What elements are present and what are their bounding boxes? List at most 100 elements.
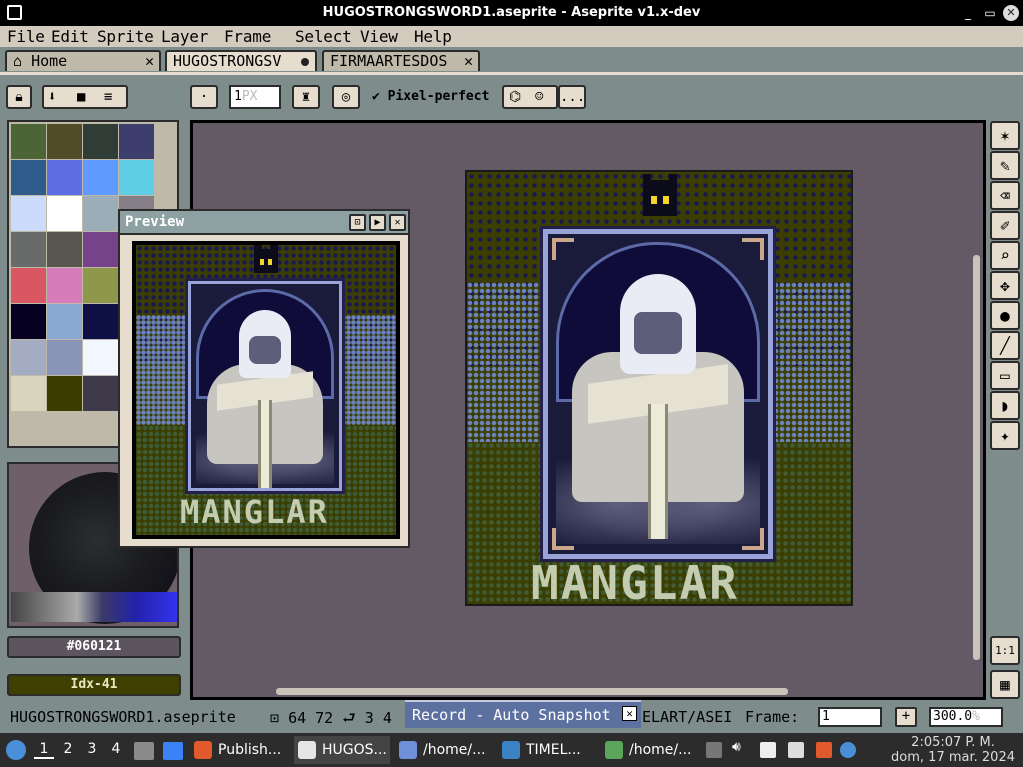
palette-swatch[interactable] [47,268,82,303]
palette-swatch[interactable] [83,268,118,303]
ink-button[interactable]: ♜ [292,85,320,109]
more-options-button[interactable]: ... [558,85,586,109]
palette-swatch[interactable] [47,376,82,411]
palette-swatch[interactable] [47,304,82,339]
file-manager-icon[interactable] [134,742,154,760]
workspace-4[interactable]: 4 [106,741,126,757]
brave-tray-icon[interactable] [816,742,832,758]
symmetry-button[interactable]: ◎ [332,85,360,109]
maximize-button[interactable]: ▭ [982,5,998,21]
task-aseprite[interactable]: HUGOS... [294,736,390,764]
clipboard-icon[interactable] [760,742,776,758]
palette-swatch[interactable] [11,196,46,231]
preview-mode-button[interactable]: ⊡ [349,214,366,231]
vertical-scrollbar[interactable] [973,255,980,660]
record-snapshot-bar[interactable]: Record - Auto Snapshot ✕ [405,700,641,728]
timeline-button[interactable]: ▦ [990,670,1020,699]
menu-select[interactable]: Select [295,27,352,46]
palette-swatch[interactable] [83,232,118,267]
palette-swatch[interactable] [119,160,154,195]
task-editor[interactable]: /home/... [395,736,495,764]
rectangle-icon[interactable]: ▭ [990,361,1020,390]
palette-index-field[interactable]: Idx-41 [7,674,181,696]
arrow-down-icon[interactable]: ⬇ [48,87,56,107]
palette-swatch[interactable] [47,196,82,231]
shape-icon[interactable]: ☺ [535,87,543,107]
task-browser[interactable]: Publish... [190,736,290,764]
task-image-viewer[interactable]: /home/... [601,736,699,764]
task-timelapse-folder[interactable]: TIMEL... [498,736,598,764]
menu-edit[interactable]: Edit [51,27,89,46]
close-window-button[interactable]: ✕ [1003,5,1019,21]
menu-lines-icon[interactable]: ≡ [104,87,112,107]
minimize-button[interactable]: _ [960,5,976,21]
usb-icon[interactable] [706,742,722,758]
workspace-1[interactable]: 1 [34,741,54,759]
palette-swatch[interactable] [11,340,46,375]
tab-home[interactable]: ⌂ Home ✕ [5,50,161,71]
network-icon[interactable] [840,742,856,758]
palette-swatch[interactable] [11,304,46,339]
palette-swatch[interactable] [11,376,46,411]
tab-close-icon[interactable]: ✕ [464,52,473,70]
pixel-perfect-toggle[interactable]: ✔ Pixel-perfect [372,89,489,104]
ellipse-icon[interactable]: ◗ [990,391,1020,420]
menu-frame[interactable]: Frame [224,27,271,46]
volume-icon[interactable]: 🔊︎ [732,739,748,755]
pencil-icon[interactable]: ✎ [990,151,1020,180]
shade-bar[interactable] [11,592,177,622]
tab-close-icon[interactable]: ✕ [145,52,154,70]
brush-type-button[interactable]: · [190,85,218,109]
add-frame-button[interactable]: + [895,707,917,727]
palette-swatch[interactable] [47,160,82,195]
palette-swatch[interactable] [47,340,82,375]
palette-swatch[interactable] [83,304,118,339]
stop-icon[interactable]: ■ [77,87,85,107]
notes-icon[interactable] [788,742,804,758]
palette-swatch[interactable] [83,196,118,231]
palette-swatch[interactable] [11,268,46,303]
palette-swatch[interactable] [83,124,118,159]
preview-canvas[interactable]: MANGLAR [132,241,400,539]
palette-swatch[interactable] [83,160,118,195]
tab-hugostrongsword[interactable]: HUGOSTRONGSV [165,50,317,71]
menu-help[interactable]: Help [414,27,452,46]
zoom-input[interactable]: 300.0% [929,707,1003,727]
spray-icon[interactable]: ✦ [990,421,1020,450]
palette-swatch[interactable] [47,232,82,267]
eraser-icon[interactable]: ⌫ [990,181,1020,210]
dynamics-icon[interactable]: ⌬ [509,87,521,107]
palette-swatch[interactable] [83,376,118,411]
menu-view[interactable]: View [360,27,398,46]
brush-size-input[interactable]: 1PX [229,85,281,109]
fill-icon[interactable]: ● [990,301,1020,330]
palette-swatch[interactable] [119,124,154,159]
workspace-2[interactable]: 2 [58,741,78,757]
show-desktop-icon[interactable] [163,742,183,760]
lock-button[interactable]: 🔒︎ [6,85,32,109]
record-close-button[interactable]: ✕ [622,706,637,721]
menu-sprite[interactable]: Sprite [97,27,154,46]
frame-input[interactable]: 1 [818,707,882,727]
magic-wand-icon[interactable]: ✶ [990,121,1020,150]
horizontal-scrollbar[interactable] [276,688,788,695]
zoom-icon[interactable]: ⌕ [990,241,1020,270]
menu-layer[interactable]: Layer [161,27,208,46]
eyedropper-icon[interactable]: ✐ [990,211,1020,240]
preview-window[interactable]: Preview ⊡ ▶ ✕ MANGLAR [118,209,410,548]
palette-swatch[interactable] [11,124,46,159]
menu-file[interactable]: File [7,27,45,46]
preview-close-button[interactable]: ✕ [389,214,406,231]
palette-swatch[interactable] [11,232,46,267]
start-menu-icon[interactable] [6,740,26,760]
palette-swatch[interactable] [11,160,46,195]
clock[interactable]: 2:05:07 P. M. dom, 17 mar. 2024 [891,735,1015,765]
hex-color-field[interactable]: #060121 [7,636,181,658]
workspace-3[interactable]: 3 [82,741,102,757]
palette-swatch[interactable] [47,124,82,159]
sprite-artwork[interactable]: MANGLAR [465,170,853,606]
zoom-1-1-button[interactable]: 1:1 [990,636,1020,665]
tab-firmaartesdos[interactable]: FIRMAARTESDOS ✕ [322,50,480,71]
palette-swatch[interactable] [83,340,118,375]
line-icon[interactable]: ╱ [990,331,1020,360]
